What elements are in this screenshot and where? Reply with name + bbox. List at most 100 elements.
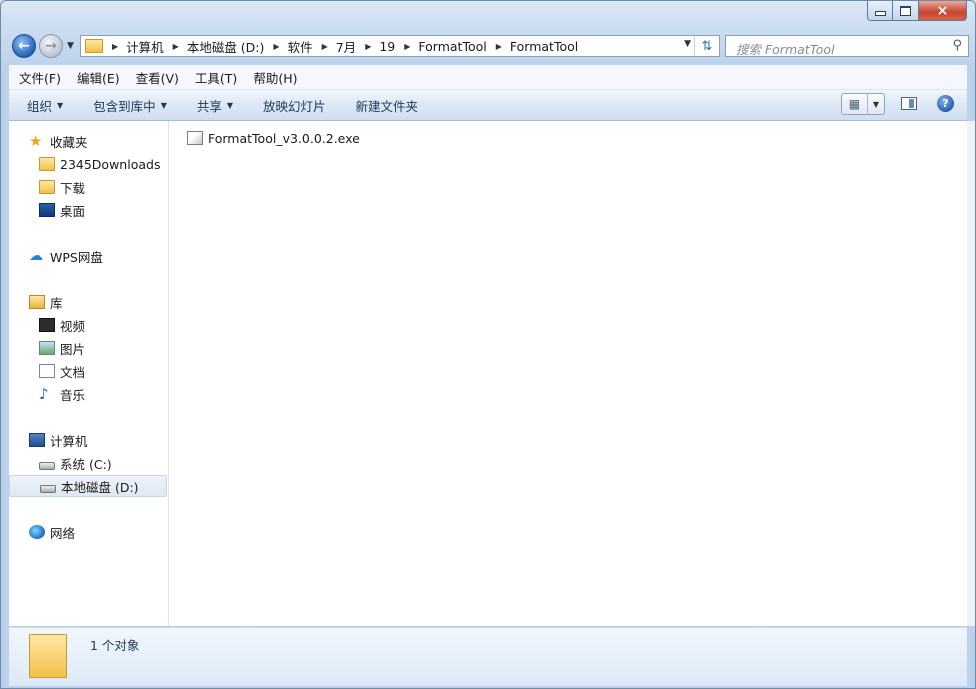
recent-pages-dropdown[interactable]: ▼ (67, 41, 74, 51)
breadcrumb: ▶ 计算机 ▶ 本地磁盘 (D:) ▶ 软件 ▶ 7月 ▶ 19 ▶ Forma… (103, 36, 578, 56)
breadcrumb-formattool-parent[interactable]: FormatTool (418, 39, 486, 54)
item-count: 1 个对象 (90, 638, 140, 653)
refresh-button[interactable]: ⇅ (694, 36, 719, 56)
nav-favorites-label: 收藏夹 (50, 134, 88, 150)
document-icon (39, 364, 55, 378)
nav-wps-label: WPS网盘 (50, 249, 103, 265)
details-pane: 1 个对象 (9, 627, 967, 686)
share-label: 共享 (196, 98, 222, 114)
download-folder-icon (39, 180, 55, 194)
folder-icon (39, 157, 55, 171)
navigation-pane: ★ 收藏夹 2345Downloads 下载 桌面 ☁ WPS网盘 库 视频 图… (9, 121, 169, 626)
nav-item-music[interactable]: ♪ 音乐 (9, 383, 167, 405)
chevron-right-icon[interactable]: ▶ (322, 42, 328, 51)
nav-network[interactable]: 网络 (9, 521, 167, 543)
breadcrumb-computer[interactable]: 计算机 (126, 37, 164, 56)
chevron-right-icon[interactable]: ▶ (404, 42, 410, 51)
music-icon: ♪ (39, 385, 49, 403)
nav-item-downloads[interactable]: 下载 (9, 176, 167, 198)
command-bar: 组织 ▼ 包含到库中 ▼ 共享 ▼ 放映幻灯片 新建文件夹 ▦ ▼ ? (9, 90, 967, 121)
breadcrumb-july[interactable]: 7月 (336, 37, 356, 56)
folder-large-icon (29, 634, 67, 678)
chevron-down-icon[interactable]: ▼ (866, 94, 884, 114)
arrow-right-icon: → (45, 38, 57, 54)
file-name: FormatTool_v3.0.0.2.exe (208, 130, 360, 146)
menu-edit[interactable]: 编辑(E) (77, 68, 120, 87)
nav-item-drive-d[interactable]: 本地磁盘 (D:) (9, 475, 167, 497)
back-button[interactable]: ← (12, 34, 36, 58)
chevron-right-icon[interactable]: ▶ (112, 42, 118, 51)
breadcrumb-formattool-current[interactable]: FormatTool (510, 39, 578, 54)
nav-item-pictures[interactable]: 图片 (9, 337, 167, 359)
maximize-icon (900, 5, 911, 16)
search-icon[interactable]: ⚲ (952, 38, 962, 53)
breadcrumb-19[interactable]: 19 (379, 39, 395, 54)
explorer-window: × ← → ▼ ▶ 计算机 ▶ 本地磁盘 (D:) ▶ 软件 ▶ 7月 ▶ 19… (0, 0, 976, 689)
menu-file[interactable]: 文件(F) (19, 68, 61, 87)
nav-item-documents[interactable]: 文档 (9, 360, 167, 382)
main-content: ★ 收藏夹 2345Downloads 下载 桌面 ☁ WPS网盘 库 视频 图… (9, 121, 967, 626)
chevron-right-icon[interactable]: ▶ (496, 42, 502, 51)
nav-item-label: 视频 (60, 318, 86, 334)
file-item[interactable]: FormatTool_v3.0.0.2.exe (187, 129, 360, 147)
menu-tools[interactable]: 工具(T) (195, 68, 237, 87)
nav-item-label: 系统 (C:) (60, 456, 112, 472)
new-folder-button[interactable]: 新建文件夹 (356, 96, 419, 115)
chevron-down-icon: ▼ (57, 100, 64, 110)
search-input[interactable]: 搜索 FormatTool (736, 39, 835, 58)
change-view-button[interactable]: ▦ ▼ (841, 93, 885, 115)
picture-icon (39, 341, 55, 355)
network-icon (29, 525, 45, 539)
help-icon[interactable]: ? (937, 95, 954, 112)
menu-help[interactable]: 帮助(H) (253, 68, 297, 87)
minimize-button[interactable] (867, 1, 893, 21)
nav-favorites[interactable]: ★ 收藏夹 (9, 130, 167, 152)
desktop-icon (39, 203, 55, 217)
view-icon: ▦ (848, 97, 861, 111)
nav-item-desktop[interactable]: 桌面 (9, 199, 167, 221)
chevron-down-icon: ▼ (226, 100, 234, 110)
nav-item-label: 2345Downloads (60, 156, 161, 172)
nav-wps-cloud[interactable]: ☁ WPS网盘 (9, 245, 167, 267)
slideshow-button[interactable]: 放映幻灯片 (263, 96, 326, 115)
nav-libraries-label: 库 (50, 295, 63, 311)
nav-item-label: 图片 (60, 341, 86, 357)
close-button[interactable]: × (919, 1, 967, 21)
chevron-right-icon[interactable]: ▶ (173, 42, 179, 51)
address-history-dropdown[interactable]: ▼ (684, 39, 691, 49)
share-button[interactable]: 共享 ▼ (197, 96, 233, 115)
system-drive-icon (39, 462, 55, 470)
video-icon (39, 318, 55, 332)
nav-item-label: 文档 (60, 364, 86, 380)
drive-icon (40, 485, 56, 493)
cloud-icon: ☁ (29, 248, 43, 264)
nav-item-videos[interactable]: 视频 (9, 314, 167, 336)
search-box[interactable]: 搜索 FormatTool ⚲ (725, 35, 969, 57)
organize-button[interactable]: 组织 ▼ (27, 96, 63, 115)
nav-item-drive-c[interactable]: 系统 (C:) (9, 452, 167, 474)
forward-button[interactable]: → (39, 34, 63, 58)
star-icon: ★ (29, 132, 43, 150)
preview-pane-icon[interactable] (901, 97, 917, 110)
chevron-right-icon[interactable]: ▶ (365, 42, 371, 51)
close-icon: × (936, 2, 949, 19)
address-bar[interactable]: ▶ 计算机 ▶ 本地磁盘 (D:) ▶ 软件 ▶ 7月 ▶ 19 ▶ Forma… (80, 35, 720, 57)
breadcrumb-drive-d[interactable]: 本地磁盘 (D:) (187, 37, 265, 56)
scrollbar[interactable] (967, 121, 975, 626)
chevron-right-icon[interactable]: ▶ (273, 42, 279, 51)
title-bar: × (1, 1, 975, 31)
include-in-library-button[interactable]: 包含到库中 ▼ (93, 96, 167, 115)
nav-item-label: 本地磁盘 (D:) (61, 479, 139, 495)
nav-computer[interactable]: 计算机 (9, 429, 167, 451)
nav-network-label: 网络 (50, 525, 76, 541)
nav-item-label: 桌面 (60, 203, 86, 219)
organize-label: 组织 (27, 98, 53, 114)
nav-item-2345downloads[interactable]: 2345Downloads (9, 153, 167, 175)
maximize-button[interactable] (893, 1, 919, 21)
folder-icon (85, 39, 103, 53)
arrow-left-icon: ← (18, 38, 30, 54)
nav-libraries[interactable]: 库 (9, 291, 167, 313)
breadcrumb-software[interactable]: 软件 (288, 37, 313, 56)
nav-item-label: 下载 (60, 180, 86, 196)
menu-view[interactable]: 查看(V) (136, 68, 179, 87)
